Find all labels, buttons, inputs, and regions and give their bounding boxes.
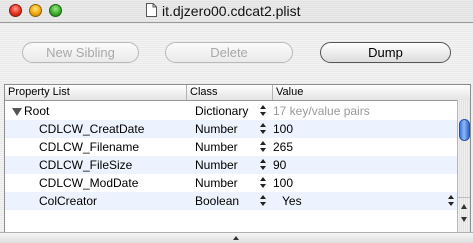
vertical-scrollbar[interactable] xyxy=(457,100,470,233)
document-icon xyxy=(146,3,157,17)
minimize-icon[interactable] xyxy=(29,4,42,17)
stepper-arrows-icon[interactable] xyxy=(260,159,267,172)
row-value[interactable]: 100 xyxy=(273,174,293,192)
table-row[interactable]: CDLCW_Filename Number 265 xyxy=(5,138,457,156)
disclosure-triangle-icon[interactable] xyxy=(12,108,22,116)
stepper-arrows-icon[interactable] xyxy=(260,177,267,190)
row-key[interactable]: ColCreator xyxy=(39,192,97,210)
scrollbar-thumb[interactable] xyxy=(459,119,470,141)
stepper-arrows-icon[interactable] xyxy=(260,105,267,118)
table-row[interactable]: ColCreator Boolean Yes xyxy=(5,192,457,210)
row-class[interactable]: Number xyxy=(195,156,238,174)
row-value: 17 key/value pairs xyxy=(273,104,370,118)
plist-outline-view[interactable]: Property List Class Value Root Dictionar… xyxy=(4,84,471,234)
zoom-icon[interactable] xyxy=(49,4,62,17)
plist-editor-window: it.djzero00.cdcat2.plist New Sibling Del… xyxy=(0,0,473,243)
dump-button[interactable]: Dump xyxy=(320,42,451,63)
row-value[interactable]: 100 xyxy=(273,120,293,138)
table-row[interactable]: CDLCW_CreatDate Number 100 xyxy=(5,120,457,138)
column-header-property-list[interactable]: Property List xyxy=(5,86,186,100)
delete-button[interactable]: Delete xyxy=(165,42,293,63)
row-class[interactable]: Dictionary xyxy=(195,102,248,120)
column-header-value[interactable]: Value xyxy=(273,86,457,100)
scroll-buttons-divider xyxy=(458,197,470,198)
scroll-down-icon[interactable] xyxy=(461,217,467,222)
title-bar[interactable]: it.djzero00.cdcat2.plist xyxy=(0,0,473,23)
row-class[interactable]: Number xyxy=(195,174,238,192)
row-class[interactable]: Boolean xyxy=(195,192,239,210)
row-key: Root xyxy=(24,104,50,118)
row-class[interactable]: Number xyxy=(195,138,238,156)
close-icon[interactable] xyxy=(9,4,22,17)
row-class[interactable]: Number xyxy=(195,120,238,138)
table-row[interactable]: CDLCW_ModDate Number 100 xyxy=(5,174,457,192)
column-header-class[interactable]: Class xyxy=(187,86,272,100)
window-title: it.djzero00.cdcat2.plist xyxy=(162,3,301,19)
row-key[interactable]: CDLCW_CreatDate xyxy=(39,120,144,138)
row-value[interactable]: Yes xyxy=(282,192,302,210)
scroll-up-icon[interactable] xyxy=(461,204,467,209)
popup-arrows-icon[interactable] xyxy=(448,195,455,208)
stepper-arrows-icon[interactable] xyxy=(260,141,267,154)
row-key[interactable]: CDLCW_FileSize xyxy=(39,156,132,174)
table-row[interactable]: CDLCW_FileSize Number 90 xyxy=(5,156,457,174)
stepper-arrows-icon[interactable] xyxy=(260,123,267,136)
split-view-handle[interactable] xyxy=(0,232,473,243)
row-key[interactable]: CDLCW_ModDate xyxy=(39,174,138,192)
row-value[interactable]: 265 xyxy=(273,138,293,156)
table-header: Property List Class Value xyxy=(5,85,470,101)
row-key[interactable]: CDLCW_Filename xyxy=(39,138,139,156)
row-value[interactable]: 90 xyxy=(273,156,286,174)
chevron-up-icon[interactable] xyxy=(233,236,239,240)
new-sibling-button[interactable]: New Sibling xyxy=(22,42,139,63)
table-row[interactable]: Root Dictionary 17 key/value pairs xyxy=(5,102,457,120)
stepper-arrows-icon[interactable] xyxy=(260,195,267,208)
